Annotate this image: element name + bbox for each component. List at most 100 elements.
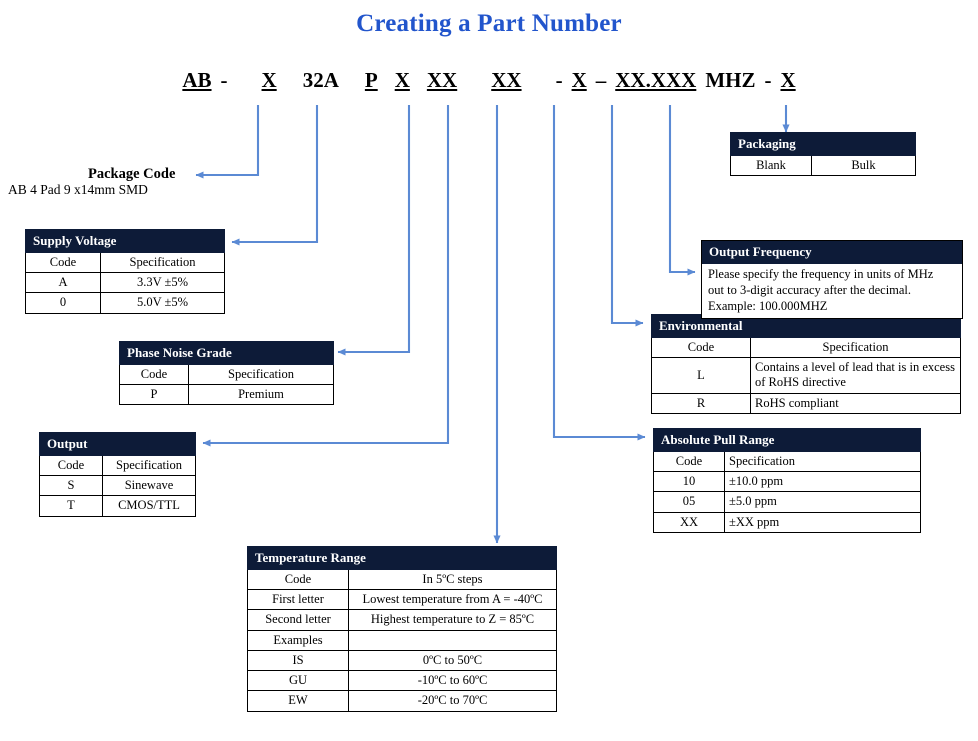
table-row: L Contains a level of lead that is in ex… <box>651 357 961 394</box>
column-header: Specification <box>188 363 334 386</box>
table-row: Second letter Highest temperature to Z =… <box>247 609 557 631</box>
cell-spec: ±10.0 ppm <box>724 471 921 493</box>
cell-code: S <box>39 475 103 497</box>
cell-spec: RoHS compliant <box>750 392 961 414</box>
cell-code: R <box>651 392 751 414</box>
cell-code: XX <box>653 511 725 533</box>
pn-segment-environmental: X <box>571 68 587 92</box>
pn-segment-series: 32A <box>302 68 339 92</box>
table-row: EW -20ºC to 70ºC <box>247 690 557 712</box>
cell-spec: Contains a level of lead that is in exce… <box>750 357 961 394</box>
table-supply-voltage: Supply Voltage Code Specification A 3.3V… <box>25 229 225 314</box>
column-header: In 5ºC steps <box>348 568 557 591</box>
note-body: Please specify the frequency in units of… <box>702 264 962 318</box>
table-title: Temperature Range <box>247 546 557 570</box>
table-row: IS 0ºC to 50ºC <box>247 649 557 672</box>
cell-spec <box>348 629 557 651</box>
column-header: Code <box>25 251 101 274</box>
cell-spec: 0ºC to 50ºC <box>348 649 557 672</box>
table-title: Phase Noise Grade <box>119 341 334 365</box>
cell-code: 05 <box>653 491 725 513</box>
table-row: T CMOS/TTL <box>39 495 196 517</box>
column-header: Specification <box>724 450 921 473</box>
package-code-description: AB 4 Pad 9 x14mm SMD <box>8 182 148 197</box>
cell-spec: Lowest temperature from A = -40ºC <box>348 589 557 611</box>
table-environmental: Environmental Code Specification L Conta… <box>651 314 961 414</box>
column-header: Code <box>247 568 349 591</box>
table-row: 05 ±5.0 ppm <box>653 491 921 513</box>
cell-spec: ±5.0 ppm <box>724 491 921 513</box>
pn-segment-frequency: XX.XXX <box>615 68 697 92</box>
table-absolute-pull-range: Absolute Pull Range Code Specification 1… <box>653 428 921 533</box>
package-code-label: Package Code <box>88 166 176 182</box>
cell-code: 0 <box>25 292 101 314</box>
note-output-frequency: Output Frequency Please specify the freq… <box>701 240 963 319</box>
column-header: Code <box>39 454 103 477</box>
pn-segment-package: AB <box>182 68 212 92</box>
table-title: Output <box>39 432 196 456</box>
note-line: Example: 100.000MHZ <box>708 299 828 314</box>
cell-code: A <box>25 272 101 294</box>
cell-code: Examples <box>247 629 349 651</box>
pn-segment-dash1: - <box>220 68 228 92</box>
cell-spec: ±XX ppm <box>724 511 921 533</box>
cell-spec: -10ºC to 60ºC <box>348 670 557 692</box>
cell-code: Second letter <box>247 609 349 631</box>
table-row: S Sinewave <box>39 475 196 497</box>
pn-segment-output: X <box>394 68 410 92</box>
column-header: Specification <box>100 251 225 274</box>
cell-spec: CMOS/TTL <box>102 495 196 517</box>
pn-segment-dash2: - <box>555 68 563 92</box>
cell-code: P <box>119 384 189 406</box>
diagram-canvas: Creating a Part Number AB - X 32A P X XX XX - X – X… <box>0 0 978 741</box>
table-row: Blank Bulk <box>730 154 916 177</box>
table-output: Output Code Specification S Sinewave T C… <box>39 432 196 517</box>
cell-spec: Premium <box>188 384 334 406</box>
column-header: Code <box>119 363 189 386</box>
cell-code: T <box>39 495 103 517</box>
table-title: Absolute Pull Range <box>653 428 921 452</box>
page-title: Creating a Part Number <box>356 10 622 37</box>
column-header: Code <box>651 336 751 359</box>
cell-spec: Sinewave <box>102 475 196 497</box>
note-title: Output Frequency <box>702 241 962 264</box>
part-number-string: AB - X 32A P X XX XX - X – XX.XXX MHZ - X <box>0 68 978 93</box>
cell-spec: -20ºC to 70ºC <box>348 690 557 712</box>
note-line: out to 3-digit accuracy after the decima… <box>708 283 912 298</box>
cell-spec: Highest temperature to Z = 85ºC <box>348 609 557 631</box>
cell-spec: 3.3V ±5% <box>100 272 225 294</box>
cell-code: IS <box>247 649 349 672</box>
table-row: P Premium <box>119 384 334 406</box>
cell-bulk: Bulk <box>811 154 916 177</box>
table-row: A 3.3V ±5% <box>25 272 225 294</box>
table-row: R RoHS compliant <box>651 392 961 414</box>
pn-segment-voltage: X <box>261 68 277 92</box>
cell-code: GU <box>247 670 349 692</box>
table-row: XX ±XX ppm <box>653 511 921 533</box>
cell-code: EW <box>247 690 349 712</box>
table-row: GU -10ºC to 60ºC <box>247 670 557 692</box>
cell-code: 10 <box>653 471 725 493</box>
table-temperature-range: Temperature Range Code In 5ºC steps Firs… <box>247 546 557 712</box>
pn-segment-temperature: XX <box>426 68 458 92</box>
pn-segment-dash4: - <box>764 68 772 92</box>
table-row: 10 ±10.0 ppm <box>653 471 921 493</box>
cell-blank: Blank <box>730 154 812 177</box>
column-header: Specification <box>750 336 961 359</box>
column-header: Code <box>653 450 725 473</box>
table-title: Supply Voltage <box>25 229 225 253</box>
cell-spec: 5.0V ±5% <box>100 292 225 314</box>
table-title: Packaging <box>730 132 916 156</box>
pn-segment-dash3: – <box>595 68 607 92</box>
column-header: Specification <box>102 454 196 477</box>
table-row: Examples <box>247 629 557 651</box>
pn-segment-pull-range: XX <box>491 68 522 92</box>
table-packaging: Packaging Blank Bulk <box>730 132 916 177</box>
table-row: 0 5.0V ±5% <box>25 292 225 314</box>
pn-segment-mhz: MHZ <box>705 68 756 92</box>
note-line: Please specify the frequency in units of… <box>708 266 934 281</box>
cell-code: L <box>651 357 751 394</box>
table-row: First letter Lowest temperature from A =… <box>247 589 557 611</box>
table-phase-noise-grade: Phase Noise Grade Code Specification P P… <box>119 341 334 406</box>
pn-segment-phase-noise: P <box>364 68 378 92</box>
